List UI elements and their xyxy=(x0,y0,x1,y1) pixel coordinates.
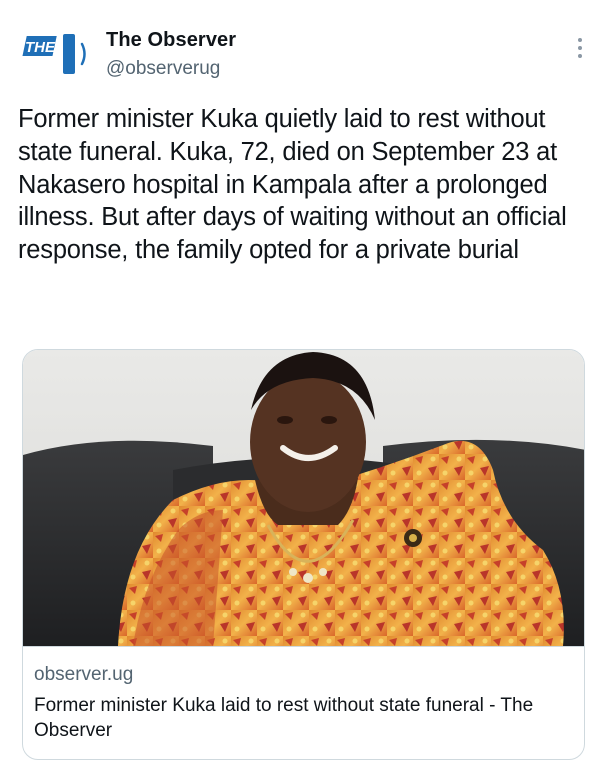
tweet-header: THE The Observer @observerug xyxy=(18,22,589,82)
card-domain: observer.ug xyxy=(34,664,134,685)
tweet-text: Former minister Kuka quietly laid to res… xyxy=(18,105,567,265)
observer-logo-icon: THE xyxy=(22,34,86,74)
more-vertical-icon[interactable] xyxy=(575,36,585,60)
account-handle[interactable]: @observerug xyxy=(106,58,220,80)
link-card[interactable]: observer.ug Former minister Kuka laid to… xyxy=(22,349,585,760)
avatar[interactable]: THE xyxy=(18,30,92,74)
account-name[interactable]: The Observer xyxy=(106,29,236,52)
link-card-body[interactable]: observer.ug Former minister Kuka laid to… xyxy=(23,646,584,759)
card-title: Former minister Kuka laid to rest withou… xyxy=(34,695,534,741)
tweet: THE The Observer @observerug Former mini… xyxy=(0,0,607,761)
article-photo[interactable] xyxy=(23,350,585,646)
logo-text: THE xyxy=(25,39,56,56)
